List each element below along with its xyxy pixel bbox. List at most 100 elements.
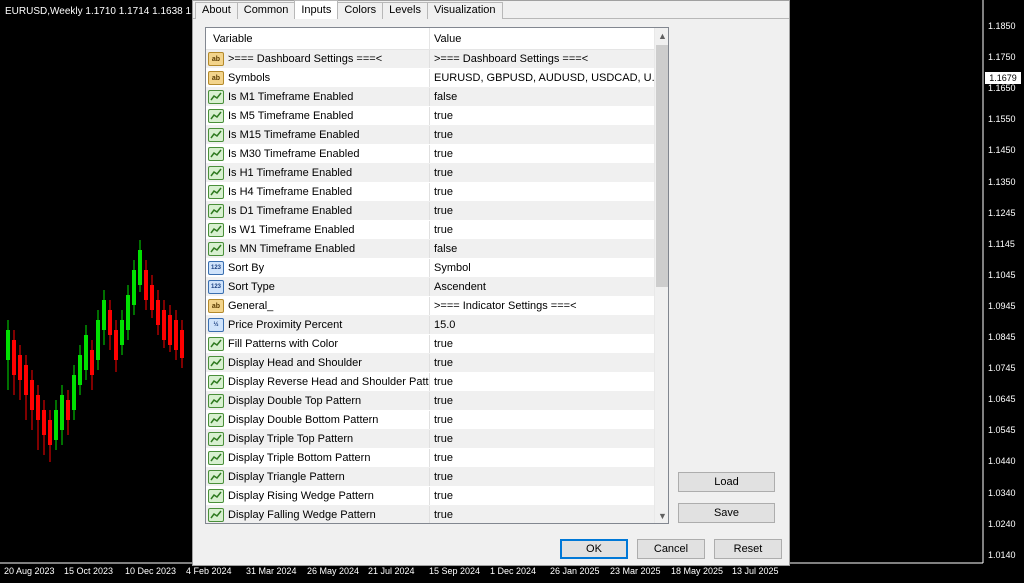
tab-levels[interactable]: Levels <box>382 2 428 19</box>
cancel-button[interactable]: Cancel <box>637 539 705 559</box>
value-cell[interactable]: true <box>430 392 654 410</box>
variable-name: Is H1 Timeframe Enabled <box>228 167 353 179</box>
double-type-icon: ½ <box>208 318 224 332</box>
value-cell[interactable]: true <box>430 373 654 391</box>
vertical-scrollbar[interactable]: ▲ ▼ <box>654 28 668 523</box>
value-cell[interactable]: true <box>430 487 654 505</box>
value-cell[interactable]: true <box>430 221 654 239</box>
variable-cell: Display Triple Top Pattern <box>206 430 430 448</box>
table-row[interactable]: Is H4 Timeframe Enabled true <box>206 183 654 202</box>
variable-name: Symbols <box>228 72 271 84</box>
scrollbar-thumb[interactable] <box>656 45 668 287</box>
value-cell[interactable]: true <box>430 335 654 353</box>
value-cell[interactable]: true <box>430 183 654 201</box>
value-cell[interactable]: true <box>430 430 654 448</box>
reset-button[interactable]: Reset <box>714 539 782 559</box>
bool-type-icon <box>208 166 224 180</box>
variable-name: Display Triple Bottom Pattern <box>228 452 371 464</box>
price-tick-label: 1.1850 <box>988 21 1016 31</box>
tab-inputs[interactable]: Inputs <box>294 0 339 19</box>
variable-name: Is M1 Timeframe Enabled <box>228 91 354 103</box>
value-cell[interactable]: >=== Indicator Settings ===< <box>430 297 654 315</box>
value-cell[interactable]: true <box>430 202 654 220</box>
ok-button[interactable]: OK <box>560 539 628 559</box>
table-row[interactable]: Display Falling Wedge Pattern true <box>206 506 654 523</box>
table-row[interactable]: Display Reverse Head and Shoulder Patter… <box>206 373 654 392</box>
table-row[interactable]: Fill Patterns with Color true <box>206 335 654 354</box>
value-cell[interactable]: false <box>430 240 654 258</box>
table-row[interactable]: Display Head and Shoulder true <box>206 354 654 373</box>
value-cell[interactable]: Ascendent <box>430 278 654 296</box>
load-button[interactable]: Load <box>678 472 775 492</box>
value-cell[interactable]: Symbol <box>430 259 654 277</box>
value-cell[interactable]: true <box>430 411 654 429</box>
table-row[interactable]: 123 Sort By Symbol <box>206 259 654 278</box>
scroll-up-arrow-icon[interactable]: ▲ <box>655 28 668 43</box>
column-header-variable[interactable]: Variable <box>206 28 430 50</box>
price-tick-label: 1.0140 <box>988 549 1016 560</box>
value-cell[interactable]: true <box>430 449 654 467</box>
bool-type-icon <box>208 413 224 427</box>
table-row[interactable]: Is M5 Timeframe Enabled true <box>206 107 654 126</box>
variable-cell: ab General_ <box>206 297 430 315</box>
table-row[interactable]: Display Rising Wedge Pattern true <box>206 487 654 506</box>
variable-cell: 123 Sort Type <box>206 278 430 296</box>
table-row[interactable]: Is W1 Timeframe Enabled true <box>206 221 654 240</box>
table-row[interactable]: ½ Price Proximity Percent 15.0 <box>206 316 654 335</box>
date-tick-label: 26 May 2024 <box>307 566 360 576</box>
table-row[interactable]: Is M1 Timeframe Enabled false <box>206 88 654 107</box>
variable-cell: Display Rising Wedge Pattern <box>206 487 430 505</box>
grid-rows: ab >=== Dashboard Settings ===< >=== Dashb… <box>206 50 654 523</box>
bool-type-icon <box>208 109 224 123</box>
value-cell[interactable]: true <box>430 468 654 486</box>
scroll-down-arrow-icon[interactable]: ▼ <box>655 508 668 523</box>
value-cell[interactable]: true <box>430 506 654 523</box>
variable-cell: Display Double Bottom Pattern <box>206 411 430 429</box>
variable-name: Display Rising Wedge Pattern <box>228 490 374 502</box>
tab-colors[interactable]: Colors <box>337 2 384 19</box>
variable-cell: Display Triple Bottom Pattern <box>206 449 430 467</box>
table-row[interactable]: Display Triple Top Pattern true <box>206 430 654 449</box>
table-row[interactable]: ab >=== Dashboard Settings ===< >=== Dashb… <box>206 50 654 69</box>
table-row[interactable]: Is MN Timeframe Enabled false <box>206 240 654 259</box>
table-row[interactable]: Display Triple Bottom Pattern true <box>206 449 654 468</box>
variable-cell: Fill Patterns with Color <box>206 335 430 353</box>
variable-name: General_ <box>228 300 274 312</box>
value-cell[interactable]: true <box>430 126 654 144</box>
date-tick-label: 23 Mar 2025 <box>610 566 661 576</box>
table-row[interactable]: Display Double Top Pattern true <box>206 392 654 411</box>
column-header-value[interactable]: Value <box>430 28 654 50</box>
variable-name: Display Reverse Head and Shoulder Patter… <box>228 376 430 388</box>
bool-type-icon <box>208 375 224 389</box>
price-tick-label: 1.1045 <box>988 269 1016 280</box>
table-row[interactable]: Display Triangle Pattern true <box>206 468 654 487</box>
table-row[interactable]: ab Symbols EURUSD, GBPUSD, AUDUSD, USDCAD,… <box>206 69 654 88</box>
variable-name: >=== Dashboard Settings ===< <box>228 53 383 65</box>
value-cell[interactable]: true <box>430 354 654 372</box>
bool-type-icon <box>208 337 224 351</box>
table-row[interactable]: Is H1 Timeframe Enabled true <box>206 164 654 183</box>
price-tick-label: 1.1450 <box>988 145 1016 156</box>
value-cell[interactable]: >=== Dashboard Settings ===< <box>430 50 654 68</box>
tab-about[interactable]: About <box>195 2 238 19</box>
variable-name: Is W1 Timeframe Enabled <box>228 224 355 236</box>
variable-cell: Is M15 Timeframe Enabled <box>206 126 430 144</box>
price-tick-label: 1.1750 <box>988 52 1016 63</box>
table-row[interactable]: ab General_ >=== Indicator Settings ===< <box>206 297 654 316</box>
value-cell[interactable]: true <box>430 164 654 182</box>
value-cell[interactable]: true <box>430 145 654 163</box>
table-row[interactable]: Is M30 Timeframe Enabled true <box>206 145 654 164</box>
save-button[interactable]: Save <box>678 503 775 523</box>
table-row[interactable]: 123 Sort Type Ascendent <box>206 278 654 297</box>
value-cell[interactable]: 15.0 <box>430 316 654 334</box>
tab-common[interactable]: Common <box>236 2 296 19</box>
value-cell[interactable]: false <box>430 88 654 106</box>
table-row[interactable]: Is D1 Timeframe Enabled true <box>206 202 654 221</box>
value-cell[interactable]: true <box>430 107 654 125</box>
table-row[interactable]: Is M15 Timeframe Enabled true <box>206 126 654 145</box>
variable-cell: ½ Price Proximity Percent <box>206 316 430 334</box>
tab-visualization[interactable]: Visualization <box>426 2 503 19</box>
table-row[interactable]: Display Double Bottom Pattern true <box>206 411 654 430</box>
value-cell[interactable]: EURUSD, GBPUSD, AUDUSD, USDCAD, U... <box>430 69 654 87</box>
date-tick-label: 13 Jul 2025 <box>732 566 779 576</box>
